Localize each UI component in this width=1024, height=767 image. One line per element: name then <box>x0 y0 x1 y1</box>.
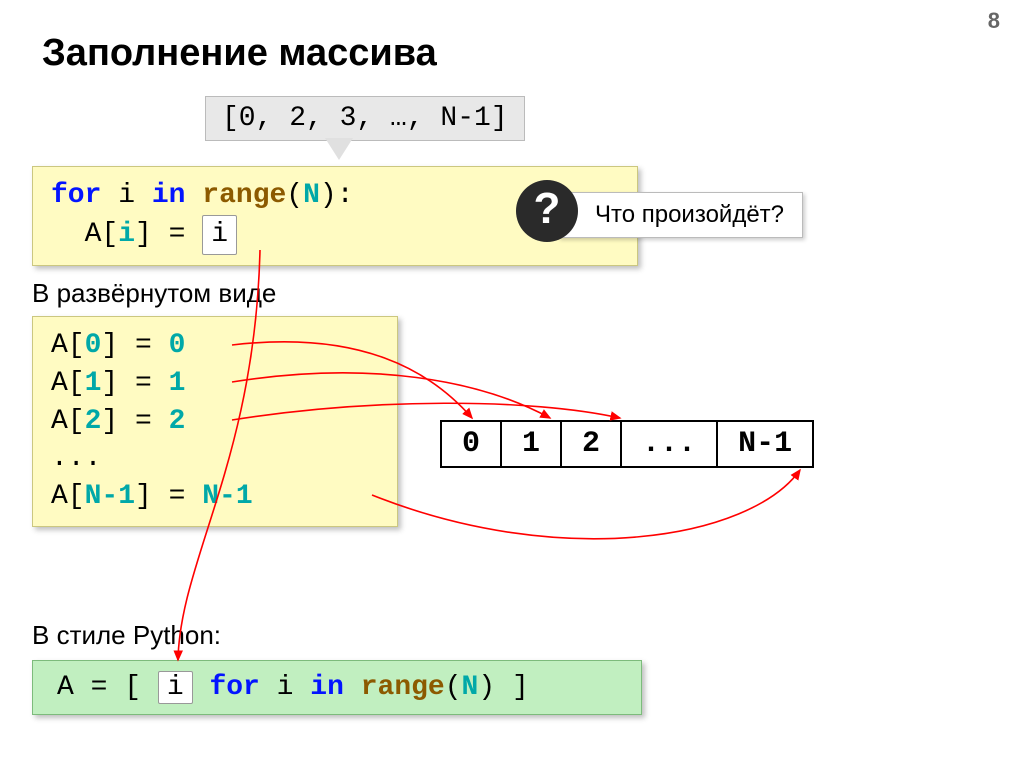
l3i: 2 <box>85 406 102 437</box>
arg-N: N <box>303 180 320 211</box>
l4: ... <box>51 443 101 474</box>
subtitle-python: В стиле Python: <box>32 620 221 651</box>
fn-range: range <box>202 180 286 211</box>
subtitle-expanded: В развёрнутом виде <box>32 278 276 309</box>
c3-close: ) ] <box>478 672 528 703</box>
c3-for: for <box>209 672 259 703</box>
cell-2: 2 <box>560 420 622 468</box>
close-colon: ): <box>320 180 354 211</box>
c3-sp <box>344 672 361 703</box>
var-i: i <box>118 180 135 211</box>
l2b: ] = <box>101 368 168 399</box>
cell-1: 1 <box>500 420 562 468</box>
question-mark-icon: ? <box>516 180 578 242</box>
c3-paren: ( <box>445 672 462 703</box>
paren-open: ( <box>286 180 303 211</box>
page-number: 8 <box>988 8 1000 34</box>
c3-range: range <box>361 672 445 703</box>
range-list-box: [0, 2, 3, …, N-1] <box>205 96 525 141</box>
c3-pre: A = [ <box>57 672 158 703</box>
slide-title: Заполнение массива <box>42 32 437 75</box>
question-label: Что произойдёт? <box>558 192 803 238</box>
l1v: 0 <box>169 330 186 361</box>
cell-0: 0 <box>440 420 502 468</box>
cell-dots: ... <box>620 420 718 468</box>
c3-i: i <box>260 672 310 703</box>
pill-i: i <box>202 215 237 255</box>
l5v: N-1 <box>202 481 252 512</box>
array-table: 0 1 2 ... N-1 <box>440 420 814 468</box>
assign: ] = <box>135 219 202 250</box>
l5b: ] = <box>135 481 202 512</box>
keyword-for: for <box>51 180 101 211</box>
l2a: A[ <box>51 368 85 399</box>
l5i: N-1 <box>85 481 135 512</box>
c3-N: N <box>462 672 479 703</box>
idx-i: i <box>118 219 135 250</box>
l1i: 0 <box>85 330 102 361</box>
l2v: 1 <box>169 368 186 399</box>
l1a: A[ <box>51 330 85 361</box>
code-list-comprehension: A = [ i for i in range(N) ] <box>32 660 642 715</box>
l3b: ] = <box>101 406 168 437</box>
keyword-in: in <box>152 180 186 211</box>
c3-pill: i <box>158 671 193 704</box>
callout-pointer <box>325 138 353 160</box>
code-expanded: A[0] = 0 A[1] = 1 A[2] = 2 ... A[N-1] = … <box>32 316 398 527</box>
l2i: 1 <box>85 368 102 399</box>
arr-A: A[ <box>85 219 119 250</box>
l3v: 2 <box>169 406 186 437</box>
cell-n1: N-1 <box>716 420 814 468</box>
c3-in: in <box>310 672 344 703</box>
l3a: A[ <box>51 406 85 437</box>
l5a: A[ <box>51 481 85 512</box>
c3-mid <box>193 672 210 703</box>
l1b: ] = <box>101 330 168 361</box>
